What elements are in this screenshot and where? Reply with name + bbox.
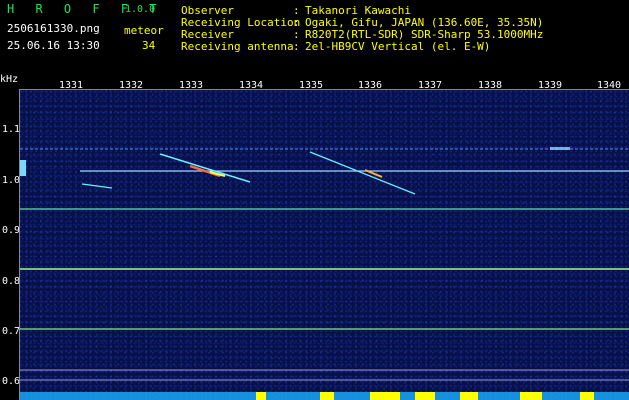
y-tick-label: 0.8 bbox=[2, 276, 21, 287]
plot-frame bbox=[19, 89, 629, 400]
header-panel: H R O F F T 1.0.0 2506161330.png 25.06.1… bbox=[0, 0, 629, 78]
meteor-label: meteor bbox=[124, 24, 164, 37]
y-tick-label: 1.1 bbox=[2, 124, 21, 135]
date-time: 25.06.16 13:30 bbox=[7, 39, 100, 52]
y-tick-label: 0.9 bbox=[2, 225, 21, 236]
y-tick-label: 0.6 bbox=[2, 376, 21, 387]
file-name: 2506161330.png bbox=[7, 22, 100, 35]
y-unit-label: kHz bbox=[0, 74, 19, 85]
antenna-label: Receiving antenna bbox=[181, 40, 294, 53]
antenna-value: 2el-HB9CV Vertical (el. E-W) bbox=[305, 40, 491, 53]
meteor-count: 34 bbox=[142, 39, 156, 52]
y-tick-label: 1.0 bbox=[2, 175, 21, 186]
y-tick-label: 0.7 bbox=[2, 326, 21, 337]
antenna-sep: : bbox=[293, 40, 300, 53]
app-version: 1.0.0 bbox=[125, 4, 156, 15]
